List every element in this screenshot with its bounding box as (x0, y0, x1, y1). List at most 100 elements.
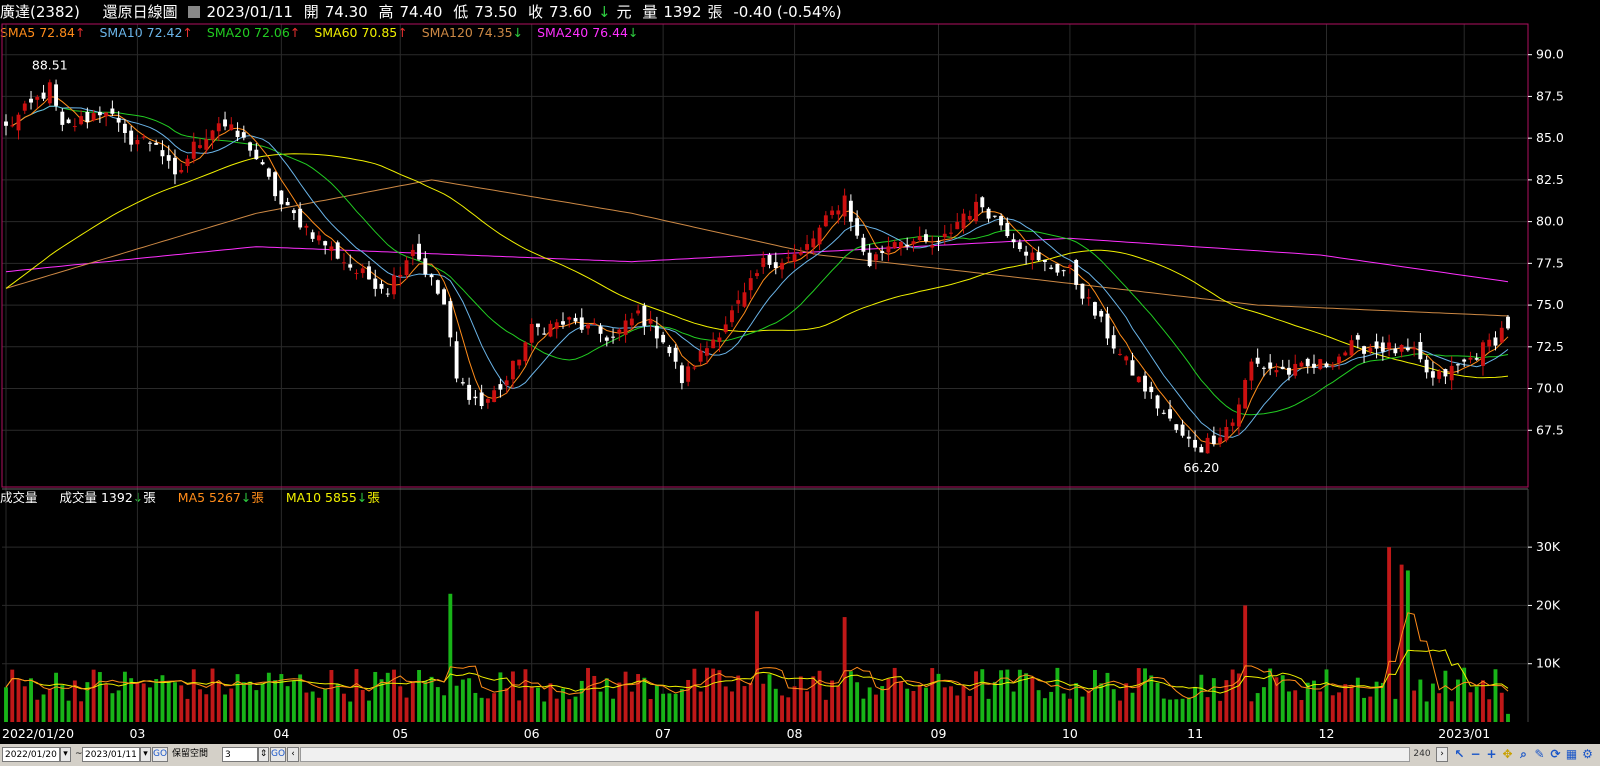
start-date-input[interactable]: 2022/01/20 (2, 747, 60, 762)
price-tick-label: 80.0 (1536, 214, 1564, 229)
candle-body (1255, 357, 1260, 364)
candle-body (1067, 265, 1072, 267)
volume-bar (354, 669, 359, 722)
volume-bar (686, 679, 691, 722)
reserve-space-input[interactable]: 3 (222, 747, 258, 762)
zoom-in-icon[interactable]: + (1484, 747, 1499, 762)
candle-body (1086, 297, 1091, 299)
candle-body (135, 139, 140, 145)
volume-bar (1080, 696, 1085, 722)
candle-body (974, 201, 978, 222)
candle-body (1405, 347, 1410, 351)
go-button[interactable]: GO (152, 747, 168, 762)
candle-body (1049, 267, 1054, 269)
volume-tick-label: 10K (1536, 656, 1561, 671)
volume-bar (266, 672, 271, 722)
price-tick-label: 75.0 (1536, 297, 1564, 312)
candle-body (1111, 335, 1116, 349)
candle-body (442, 289, 447, 305)
candle-body (629, 318, 634, 326)
toolbar-footer: 2022/01/20 ▾ ~ 2023/01/11 ▾ GO 保留空間 3 ⇕ … (0, 744, 1600, 766)
move-icon[interactable]: ✥ (1500, 747, 1515, 762)
volume-bar (579, 680, 584, 722)
candlesticks (4, 79, 1510, 454)
volume-bar (429, 676, 434, 722)
candle-body (485, 398, 490, 403)
extreme-price-label: 66.20 (1183, 460, 1219, 475)
volume-bar (504, 688, 509, 722)
candle-body (886, 246, 891, 253)
candle-body (986, 208, 991, 219)
settings-icon[interactable]: ⚙ (1580, 747, 1595, 762)
candle-body (492, 390, 497, 403)
candle-body (1424, 359, 1429, 373)
candle-body (1487, 339, 1492, 347)
candle-body (917, 236, 922, 240)
candle-body (10, 125, 15, 127)
scroll-right-button[interactable]: › (1436, 747, 1448, 762)
candle-body (899, 242, 903, 248)
candle-body (792, 254, 797, 262)
candle-body (348, 264, 353, 268)
volume-bar (1193, 686, 1198, 722)
candle-body (1155, 395, 1160, 409)
zoom-reset-icon[interactable]: ↖ (1452, 747, 1467, 762)
candle-body (285, 201, 290, 206)
refresh-icon[interactable]: ⟳ (1548, 747, 1563, 762)
volume-bar (773, 688, 778, 722)
candle-body (148, 142, 152, 144)
candle-body (786, 257, 791, 259)
scroll-left-button[interactable]: ‹ (287, 747, 299, 762)
date-tick-label: 09 (931, 726, 947, 741)
volume-bar (542, 701, 547, 722)
volume-bar (1330, 695, 1335, 722)
candle-body (542, 333, 547, 335)
candle-body (1236, 404, 1241, 427)
volume-bar (786, 697, 791, 722)
volume-bar (911, 690, 916, 722)
volume-axis: 10K 20K 30K (1528, 539, 1561, 671)
magnifier-icon[interactable]: ⌕ (1516, 747, 1531, 762)
volume-bar (1030, 677, 1035, 722)
candle-body (748, 278, 753, 291)
chart-scrollbar[interactable] (300, 747, 1410, 762)
volume-bars (4, 547, 1510, 722)
candle-body (379, 283, 384, 289)
grid-toggle-icon[interactable]: ▦ (1564, 747, 1579, 762)
volume-bar (410, 682, 415, 722)
start-date-dropdown[interactable]: ▾ (60, 747, 71, 762)
date-tick-label: 04 (273, 726, 289, 741)
end-date-input[interactable]: 2023/01/11 (82, 747, 140, 762)
volume-bar (1055, 667, 1060, 722)
candle-body (1030, 252, 1035, 261)
volume-bar (448, 593, 453, 722)
volume-bar (679, 689, 684, 722)
zoom-out-icon[interactable]: − (1468, 747, 1483, 762)
price-tick-label: 85.0 (1536, 130, 1564, 145)
volume-bar (1099, 683, 1104, 722)
candle-body (573, 317, 578, 322)
candle-body (1180, 424, 1185, 436)
stock-chart[interactable]: 67.5 70.0 72.5 75.0 77.5 80.0 82.5 85.0 87.5 90.0… (0, 0, 1600, 744)
candle-body (636, 310, 641, 314)
candle-body (1174, 424, 1179, 430)
volume-bar (179, 685, 184, 722)
volume-bar (848, 671, 853, 722)
edit-icon[interactable]: ✎ (1532, 747, 1547, 762)
volume-bar (1174, 699, 1179, 722)
volume-bar (817, 670, 822, 722)
reserve-go-button[interactable]: GO (270, 747, 286, 762)
end-date-dropdown[interactable]: ▾ (140, 747, 151, 762)
volume-bar (492, 693, 497, 722)
candle-body (679, 365, 684, 384)
volume-bar (1412, 690, 1417, 722)
candle-body (1493, 337, 1498, 346)
volume-bar (1506, 713, 1510, 722)
volume-tick-label: 20K (1536, 597, 1561, 612)
reserve-space-stepper[interactable]: ⇕ (258, 747, 269, 762)
volume-bar (730, 691, 734, 722)
date-tick-label: 10 (1062, 726, 1078, 741)
candle-body (129, 130, 134, 145)
volume-bar (698, 691, 703, 722)
candle-body (279, 190, 284, 205)
